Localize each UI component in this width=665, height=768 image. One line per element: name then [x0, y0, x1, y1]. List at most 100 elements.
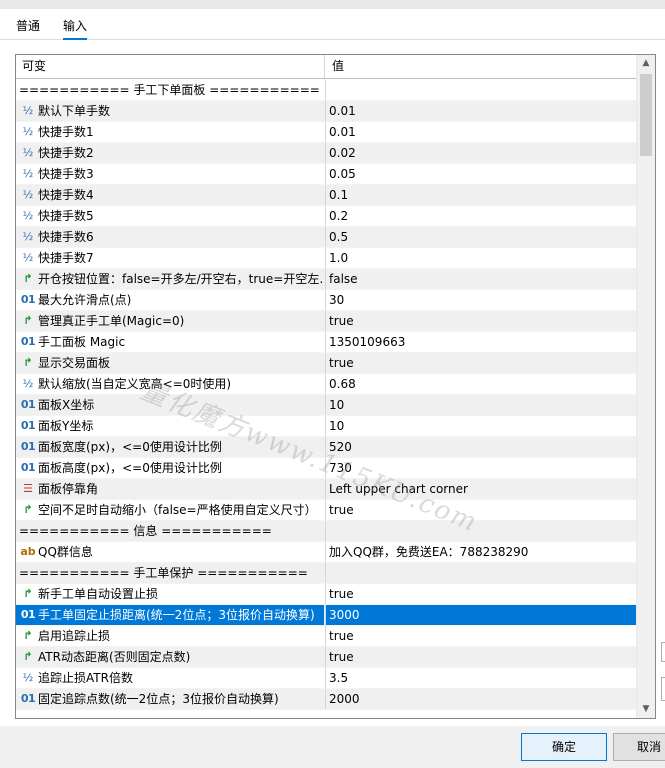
parameter-value[interactable]: 0.5: [326, 230, 348, 244]
parameter-row[interactable]: ↱ 启用追踪止损 true: [16, 626, 636, 647]
parameter-value-cell[interactable]: true: [325, 311, 637, 331]
scroll-up-arrow-icon[interactable]: ▲: [637, 55, 655, 72]
parameter-row[interactable]: ½ 快捷手数6 0.5: [16, 227, 636, 248]
parameter-value-cell[interactable]: 520: [325, 437, 637, 457]
parameter-value-cell[interactable]: 3000: [325, 605, 637, 625]
parameter-value[interactable]: true: [326, 356, 354, 370]
parameter-value-cell[interactable]: 0.01: [325, 101, 637, 121]
parameter-name-cell[interactable]: ½ 快捷手数3: [16, 164, 324, 184]
parameter-value[interactable]: Left upper chart corner: [326, 482, 468, 496]
parameter-value-cell[interactable]: true: [325, 626, 637, 646]
ok-button[interactable]: 确定: [521, 733, 607, 761]
parameter-value-cell[interactable]: 730: [325, 458, 637, 478]
parameter-name-cell[interactable]: ↱ 新手工单自动设置止损: [16, 584, 324, 604]
parameter-value-cell[interactable]: Left upper chart corner: [325, 479, 637, 499]
parameter-value-cell[interactable]: true: [325, 353, 637, 373]
parameter-name-cell[interactable]: 01 最大允许滑点(点): [16, 290, 324, 310]
parameter-row[interactable]: ↱ 管理真正手工单(Magic=0) true: [16, 311, 636, 332]
parameter-name-cell[interactable]: ↱ 显示交易面板: [16, 353, 324, 373]
parameter-value-cell[interactable]: 10: [325, 416, 637, 436]
parameter-row[interactable]: ↱ ATR动态距离(否则固定点数) true: [16, 647, 636, 668]
parameter-name-cell[interactable]: ½ 快捷手数5: [16, 206, 324, 226]
parameter-name-cell[interactable]: 01 面板X坐标: [16, 395, 324, 415]
parameter-row[interactable]: ½ 默认缩放(当自定义宽高<=0时使用) 0.68: [16, 374, 636, 395]
parameter-name-cell[interactable]: ½ 快捷手数2: [16, 143, 324, 163]
parameter-name-cell[interactable]: ↱ ATR动态距离(否则固定点数): [16, 647, 324, 667]
parameter-value-cell[interactable]: [325, 521, 637, 541]
parameter-name-cell[interactable]: ↱ 空间不足时自动缩小（false=严格使用自定义尺寸）: [16, 500, 324, 520]
parameter-value-cell[interactable]: 0.01: [325, 122, 637, 142]
parameter-row[interactable]: ½ 追踪止损ATR倍数 3.5: [16, 668, 636, 689]
parameter-value[interactable]: 0.01: [326, 125, 356, 139]
parameter-value[interactable]: 0.1: [326, 188, 348, 202]
parameter-row[interactable]: 01 面板Y坐标 10: [16, 416, 636, 437]
parameter-name-cell[interactable]: =========== 信息 ===========: [16, 521, 327, 541]
parameter-value-cell[interactable]: 0.02: [325, 143, 637, 163]
parameter-name-cell[interactable]: =========== 手工下单面板 ===========: [16, 80, 327, 100]
parameter-name-cell[interactable]: ½ 快捷手数6: [16, 227, 324, 247]
parameter-value-cell[interactable]: 加入QQ群，免费送EA：788238290: [325, 542, 637, 562]
scroll-down-arrow-icon[interactable]: ▼: [637, 701, 655, 718]
side-control-edge[interactable]: [661, 642, 665, 662]
parameter-value-cell[interactable]: [325, 80, 637, 100]
parameter-value-cell[interactable]: 1.0: [325, 248, 637, 268]
parameter-value-cell[interactable]: true: [325, 584, 637, 604]
parameter-name-cell[interactable]: 01 面板宽度(px)，<=0使用设计比例: [16, 437, 324, 457]
parameter-value[interactable]: [326, 566, 329, 580]
parameter-name-cell[interactable]: ab QQ群信息: [16, 542, 324, 562]
parameter-row[interactable]: 01 固定追踪点数(统一2位点；3位报价自动换算) 2000: [16, 689, 636, 710]
parameter-value[interactable]: 加入QQ群，免费送EA：788238290: [326, 545, 528, 559]
parameter-value[interactable]: false: [326, 272, 358, 286]
section-row[interactable]: =========== 手工单保护 ===========: [16, 563, 636, 584]
parameter-value[interactable]: 0.02: [326, 146, 356, 160]
parameter-value[interactable]: 520: [326, 440, 352, 454]
parameter-value[interactable]: 30: [326, 293, 344, 307]
parameter-name-cell[interactable]: ↱ 开仓按钮位置：false=开多左/开空右，true=开空左...: [16, 269, 324, 289]
parameter-value[interactable]: 0.01: [326, 104, 356, 118]
parameter-value-cell[interactable]: 30: [325, 290, 637, 310]
parameter-name-cell[interactable]: 01 手工面板 Magic: [16, 332, 324, 352]
parameter-value-cell[interactable]: 0.5: [325, 227, 637, 247]
parameter-row[interactable]: 01 面板X坐标 10: [16, 395, 636, 416]
section-row[interactable]: =========== 信息 ===========: [16, 521, 636, 542]
parameter-value-cell[interactable]: true: [325, 500, 637, 520]
parameter-value[interactable]: 730: [326, 461, 352, 475]
parameter-value[interactable]: 3.5: [326, 671, 348, 685]
parameter-name-cell[interactable]: ↱ 启用追踪止损: [16, 626, 324, 646]
parameter-value[interactable]: 2000: [326, 692, 360, 706]
parameter-row[interactable]: ↱ 显示交易面板 true: [16, 353, 636, 374]
parameter-row[interactable]: ½ 快捷手数4 0.1: [16, 185, 636, 206]
parameter-row[interactable]: ☰ 面板停靠角 Left upper chart corner: [16, 479, 636, 500]
parameter-row[interactable]: 01 手工单固定止损距离(统一2位点；3位报价自动换算) 3000: [16, 605, 637, 626]
parameter-value[interactable]: true: [326, 587, 354, 601]
parameter-value[interactable]: true: [326, 629, 354, 643]
parameter-row[interactable]: ½ 默认下单手数 0.01: [16, 101, 636, 122]
parameter-value-cell[interactable]: true: [325, 647, 637, 667]
parameter-row[interactable]: ½ 快捷手数1 0.01: [16, 122, 636, 143]
parameter-row[interactable]: 01 手工面板 Magic 1350109663: [16, 332, 636, 353]
parameter-value[interactable]: [326, 524, 329, 538]
tab-inputs[interactable]: 输入: [63, 17, 88, 40]
parameter-value-cell[interactable]: 0.05: [325, 164, 637, 184]
parameter-value[interactable]: true: [326, 650, 354, 664]
parameter-row[interactable]: 01 最大允许滑点(点) 30: [16, 290, 636, 311]
parameter-row[interactable]: ab QQ群信息 加入QQ群，免费送EA：788238290: [16, 542, 636, 563]
parameter-name-cell[interactable]: ↱ 管理真正手工单(Magic=0): [16, 311, 324, 331]
parameter-row[interactable]: ½ 快捷手数2 0.02: [16, 143, 636, 164]
column-header-value[interactable]: 值: [332, 55, 344, 78]
parameter-name-cell[interactable]: ½ 快捷手数1: [16, 122, 324, 142]
parameter-name-cell[interactable]: ½ 追踪止损ATR倍数: [16, 668, 324, 688]
parameter-name-cell[interactable]: 01 面板Y坐标: [16, 416, 324, 436]
parameter-value[interactable]: 0.05: [326, 167, 356, 181]
parameter-row[interactable]: ½ 快捷手数5 0.2: [16, 206, 636, 227]
parameter-name-cell[interactable]: 01 固定追踪点数(统一2位点；3位报价自动换算): [16, 689, 324, 709]
parameter-value[interactable]: 3000: [326, 608, 360, 622]
parameter-row[interactable]: 01 面板高度(px)，<=0使用设计比例 730: [16, 458, 636, 479]
parameter-name-cell[interactable]: ½ 快捷手数4: [16, 185, 324, 205]
parameter-value[interactable]: true: [326, 314, 354, 328]
parameter-value-cell[interactable]: 3.5: [325, 668, 637, 688]
scrollbar-thumb[interactable]: [640, 74, 652, 156]
parameter-name-cell[interactable]: ½ 默认下单手数: [16, 101, 324, 121]
tab-common[interactable]: 普通: [16, 17, 40, 34]
parameter-row[interactable]: ↱ 空间不足时自动缩小（false=严格使用自定义尺寸） true: [16, 500, 636, 521]
